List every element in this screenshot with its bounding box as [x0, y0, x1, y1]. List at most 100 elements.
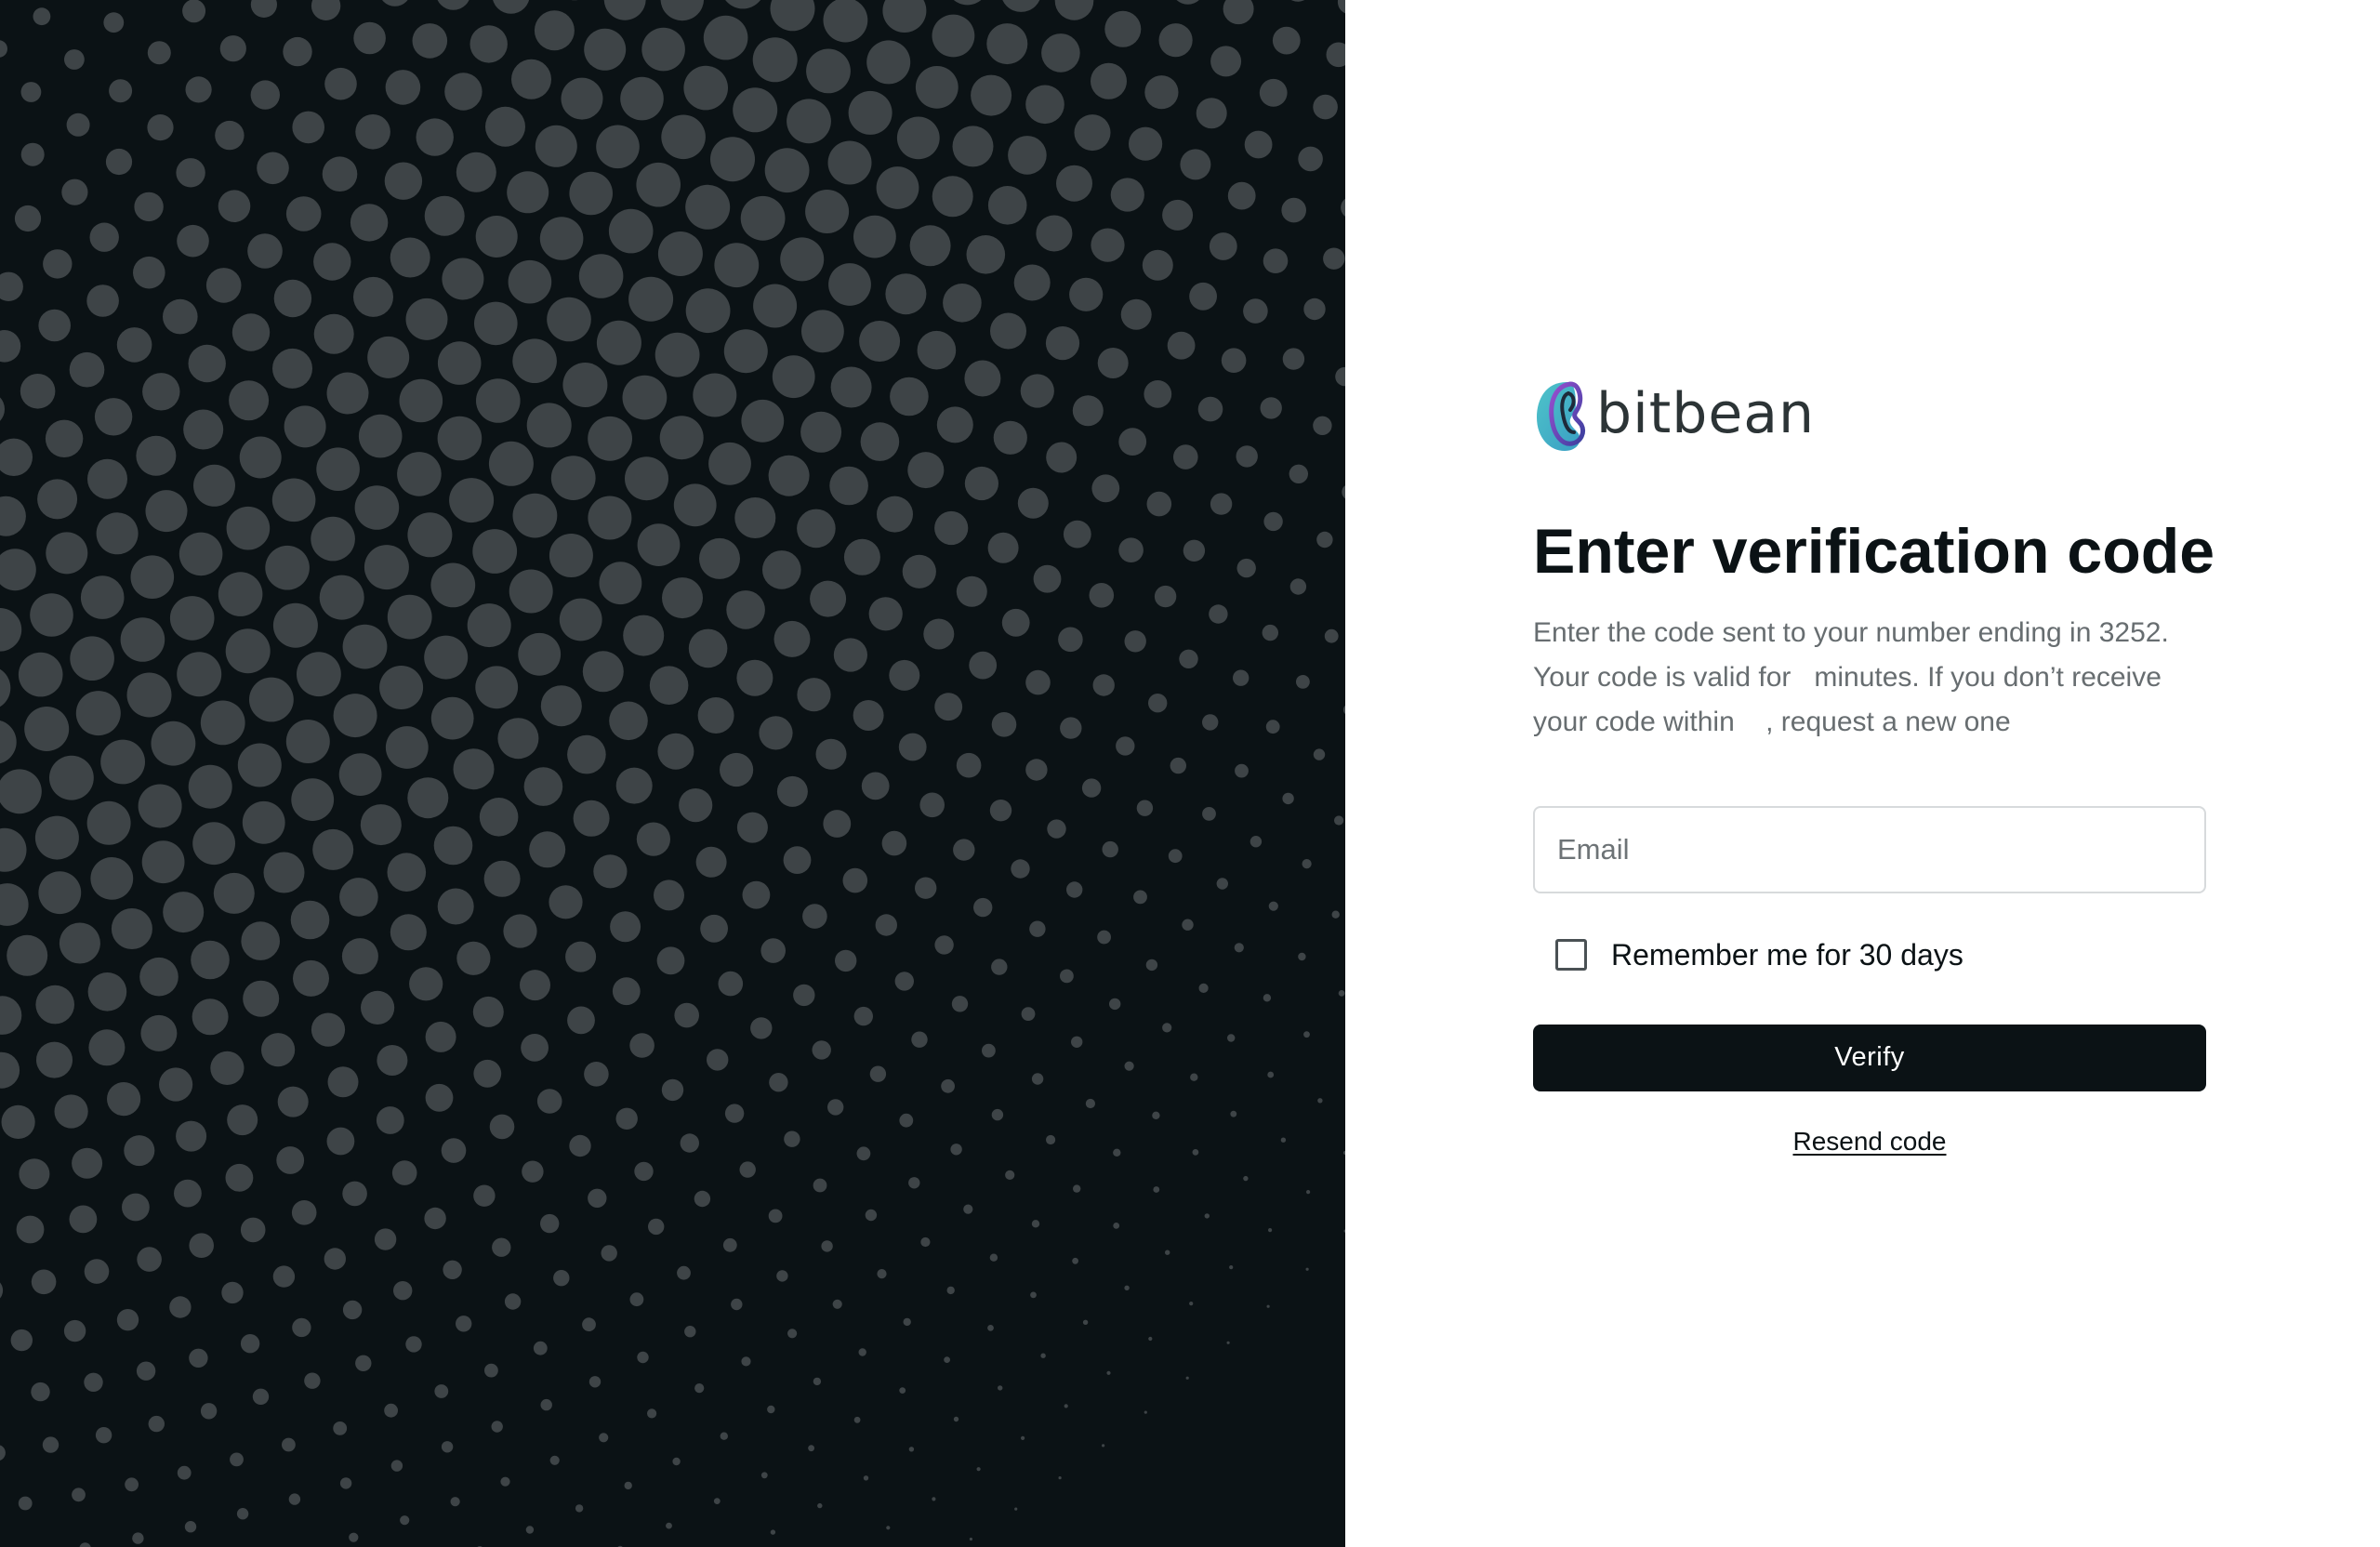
halftone-dot — [191, 940, 230, 980]
halftone-dot — [902, 554, 936, 588]
halftone-dot — [529, 831, 566, 868]
halftone-dot — [1031, 1073, 1044, 1085]
halftone-dot — [1005, 1170, 1015, 1180]
halftone-dot — [620, 76, 664, 121]
halftone-dot — [100, 739, 145, 785]
halftone-dot — [973, 897, 993, 918]
halftone-dot — [342, 624, 388, 669]
halftone-dot — [610, 911, 641, 943]
halftone-dot — [877, 1269, 887, 1279]
halftone-dot — [797, 509, 836, 549]
halftone-dot — [953, 0, 982, 6]
halftone-dot — [1221, 348, 1247, 374]
halftone-dot — [848, 90, 892, 135]
halftone-dot — [387, 853, 427, 892]
halftone-dot — [449, 478, 495, 523]
halftone-dot — [70, 636, 114, 681]
halftone-dot — [783, 846, 812, 874]
halftone-dot — [853, 215, 896, 258]
halftone-dot — [724, 1104, 745, 1123]
halftone-dot — [523, 767, 563, 806]
halftone-dot — [1033, 564, 1062, 593]
halftone-dot — [1196, 98, 1227, 129]
halftone-dot — [764, 148, 810, 193]
halftone-dot — [72, 1488, 86, 1502]
halftone-dot — [1250, 836, 1263, 848]
halftone-dot — [176, 158, 205, 188]
halftone-dot — [1262, 624, 1279, 641]
halftone-dot — [116, 327, 152, 363]
halftone-dot — [674, 1002, 699, 1028]
verify-button[interactable]: Verify — [1533, 1024, 2206, 1091]
halftone-dot — [1008, 136, 1047, 175]
halftone-dot — [899, 1387, 906, 1394]
halftone-dot — [889, 659, 920, 691]
halftone-dot — [946, 1286, 955, 1295]
halftone-dot — [0, 1282, 4, 1299]
halftone-dot — [0, 1051, 20, 1089]
halftone-dot — [441, 1441, 454, 1453]
halftone-dot — [550, 456, 596, 500]
halftone-dot — [628, 276, 674, 322]
halftone-dot — [189, 1233, 214, 1258]
halftone-dot — [637, 1351, 649, 1364]
halftone-dot — [875, 914, 897, 936]
halftone-dot — [578, 254, 624, 298]
halftone-dot — [1229, 1265, 1234, 1270]
halftone-dot — [273, 279, 312, 318]
halftone-dot — [1097, 930, 1111, 945]
halftone-dot — [1235, 763, 1249, 778]
halftone-dot — [750, 1017, 773, 1039]
halftone-dot — [998, 1385, 1003, 1391]
halftone-dot — [20, 82, 42, 102]
halftone-dot-pattern — [0, 0, 1345, 1547]
halftone-dot — [582, 1317, 596, 1332]
halftone-dot — [1337, 0, 1345, 14]
halftone-dot — [282, 1437, 296, 1452]
halftone-dot — [475, 216, 518, 258]
halftone-dot — [599, 1433, 609, 1443]
halftone-dot — [540, 685, 582, 727]
halftone-dot — [341, 938, 378, 975]
halftone-dot — [800, 411, 842, 453]
halftone-art-panel — [0, 0, 1345, 1547]
halftone-dot — [567, 1006, 595, 1035]
halftone-dot — [272, 602, 318, 648]
halftone-dot — [376, 1106, 404, 1134]
halftone-dot — [350, 204, 389, 242]
halftone-dot — [657, 231, 703, 276]
verification-form: bitbean Enter verification code Enter th… — [1533, 374, 2215, 1157]
halftone-dot — [725, 0, 761, 9]
halftone-dot — [677, 1265, 691, 1280]
halftone-dot — [1025, 669, 1051, 695]
halftone-dot — [89, 222, 119, 252]
halftone-dot — [660, 0, 705, 21]
halftone-dot — [145, 490, 188, 533]
halftone-dot — [1025, 85, 1064, 125]
halftone-dot — [810, 580, 847, 617]
halftone-dot — [49, 755, 94, 800]
halftone-dot — [534, 10, 575, 51]
halftone-dot — [424, 635, 469, 680]
halftone-dot — [1136, 800, 1154, 816]
halftone-dot — [109, 79, 133, 103]
halftone-dot — [304, 1372, 321, 1389]
halftone-dot — [853, 700, 884, 731]
halftone-dot — [484, 1363, 498, 1378]
resend-code-link[interactable]: Resend code — [1792, 1127, 1946, 1156]
halftone-dot — [733, 87, 778, 133]
halftone-dot — [1091, 474, 1120, 503]
halftone-dot — [313, 313, 354, 354]
halftone-dot — [290, 900, 330, 940]
halftone-dot — [16, 1215, 45, 1244]
halftone-dot — [20, 142, 45, 166]
remember-me-checkbox-row[interactable]: Remember me for 30 days — [1533, 938, 2208, 972]
remember-me-checkbox[interactable] — [1555, 939, 1587, 972]
email-field[interactable] — [1533, 805, 2206, 893]
halftone-dot — [88, 1029, 126, 1066]
halftone-dot — [0, 549, 36, 591]
halftone-dot — [19, 1158, 50, 1190]
halftone-dot — [713, 1498, 721, 1504]
halftone-dot — [122, 1193, 150, 1222]
halftone-dot — [672, 1457, 681, 1466]
